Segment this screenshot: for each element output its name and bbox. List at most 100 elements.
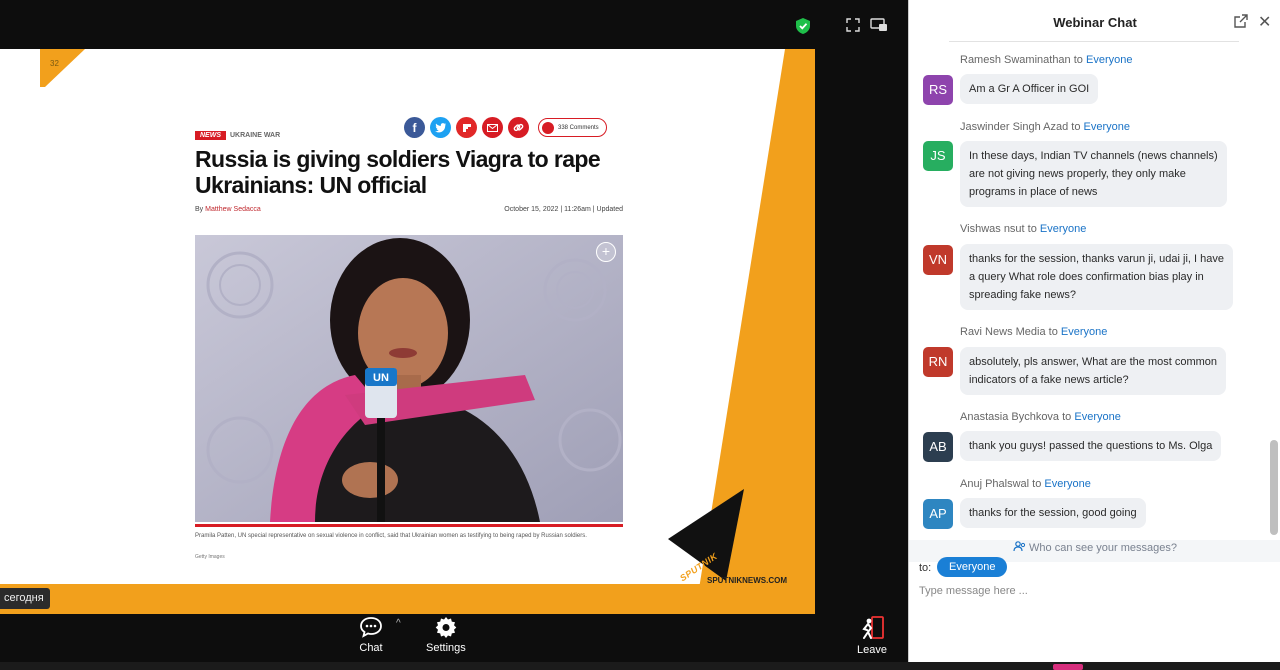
photo-expand-icon[interactable]: + [596, 242, 616, 262]
message-bubble: absolutely, pls answer, What are the mos… [960, 347, 1227, 395]
comments-count: 338 Comments [558, 124, 599, 131]
message-line: a query What role does confirmation bias… [969, 271, 1204, 283]
chat-button[interactable]: Chat [359, 616, 383, 654]
message-sender-line: Vishwas nsut to Everyone [960, 223, 1086, 235]
message-line: thank you guys! passed the questions to … [969, 440, 1213, 452]
chat-title: Webinar Chat [1053, 15, 1137, 30]
chat-scrollbar[interactable] [1270, 440, 1278, 535]
category-subtitle: UKRAINE WAR [230, 132, 281, 139]
recipient-name: Everyone [1060, 326, 1108, 338]
to-word: to [1048, 326, 1058, 338]
to-word: to [1062, 411, 1072, 423]
gear-icon [435, 617, 457, 638]
message-line: programs in place of news [969, 186, 1098, 198]
recipient-name: Everyone [1039, 223, 1087, 235]
un-mic-label: UN [373, 372, 389, 384]
recipient-selector[interactable]: Everyone [937, 557, 1008, 577]
message-bubble: In these days, Indian TV channels (news … [960, 141, 1227, 207]
share-row: f 338 Comments [404, 117, 607, 138]
avatar: AP [923, 499, 953, 529]
photo-caption: Pramila Patten, UN special representativ… [195, 533, 587, 539]
taskbar-app-indicator[interactable] [1053, 664, 1083, 670]
photo-credit: Getty Images [195, 554, 225, 560]
to-word: to [1071, 121, 1081, 133]
sputnik-url: SPUTNIKNEWS.COM [707, 576, 787, 585]
recipient-name: Everyone [1074, 411, 1121, 423]
caption-divider [195, 524, 623, 527]
screen-layout-icon[interactable] [870, 18, 888, 32]
fullscreen-icon[interactable] [846, 18, 860, 32]
message-bubble: thanks for the session, thanks varun ji,… [960, 244, 1233, 310]
message-sender-line: Ravi News Media to Everyone [960, 326, 1107, 338]
message-line: absolutely, pls answer, What are the mos… [969, 356, 1218, 368]
webinar-chat-panel: Webinar Chat ✕ Ramesh Swaminathan to Eve… [908, 0, 1280, 662]
sputnik-logo-mark [668, 489, 744, 581]
message-line: thanks for the session, thanks varun ji,… [969, 253, 1224, 265]
comments-button[interactable]: 338 Comments [538, 118, 607, 137]
recipient-name: Everyone [1083, 121, 1131, 133]
article-card: NEWS UKRAINE WAR f 338 Comments Russia i… [175, 104, 635, 584]
category-badge: NEWS [195, 131, 226, 140]
message-line: indicators of a fake news article? [969, 374, 1129, 386]
category-row: NEWS UKRAINE WAR [195, 131, 280, 140]
webinar-app: 32 NEWS UKRAINE WAR f 338 Comments Russi… [0, 0, 1280, 670]
facebook-icon[interactable]: f [404, 117, 425, 138]
message-line: spreading fake news? [969, 289, 1077, 301]
byline: By Matthew Sedacca [195, 206, 261, 213]
slide-corner-tab [40, 49, 85, 87]
sender-name: Anuj Phalswal [960, 478, 1030, 490]
message-bubble: thanks for the session, good going [960, 498, 1146, 528]
article-headline: Russia is giving soldiers Viagra to rape… [195, 146, 601, 198]
to-label: to: [919, 562, 932, 574]
article-photo: UN + [195, 235, 623, 522]
avatar: JS [923, 141, 953, 171]
sender-name: Vishwas nsut [960, 223, 1025, 235]
sender-name: Jaswinder Singh Azad [960, 121, 1069, 133]
close-icon[interactable]: ✕ [1258, 12, 1271, 32]
sender-name: Ravi News Media [960, 326, 1046, 338]
to-word: to [1073, 54, 1083, 66]
message-line: thanks for the session, good going [969, 507, 1137, 519]
chat-label: Chat [359, 642, 383, 654]
recipient-name: Everyone [1044, 478, 1091, 490]
shared-slide: 32 NEWS UKRAINE WAR f 338 Comments Russi… [0, 49, 815, 614]
leave-icon [862, 616, 884, 639]
slide-page-number: 32 [50, 59, 59, 68]
avatar: AB [923, 432, 953, 462]
header-divider [949, 41, 1239, 42]
recipient-name: Everyone [1085, 54, 1133, 66]
byline-author[interactable]: Matthew Sedacca [205, 206, 261, 213]
who-can-see-text: Who can see your messages? [1029, 542, 1178, 554]
chat-options-chevron-icon[interactable]: ^ [396, 618, 401, 629]
popout-icon[interactable] [1234, 14, 1248, 33]
sender-name: Ramesh Swaminathan [960, 54, 1071, 66]
to-word: to [1027, 223, 1037, 235]
message-line: In these days, Indian TV channels (news … [969, 150, 1218, 162]
to-word: to [1032, 478, 1042, 490]
message-bubble: Am a Gr A Officer in GOI [960, 74, 1099, 104]
message-input[interactable] [919, 580, 1259, 602]
un-speaker-photo: UN [195, 235, 623, 522]
leave-label: Leave [857, 644, 887, 656]
avatar: VN [923, 245, 953, 275]
message-line: Am a Gr A Officer in GOI [969, 83, 1090, 95]
message-sender-line: Anuj Phalswal to Everyone [960, 478, 1091, 490]
message-sender-line: Ramesh Swaminathan to Everyone [960, 54, 1132, 66]
message-sender-line: Jaswinder Singh Azad to Everyone [960, 121, 1130, 133]
message-bubble: thank you guys! passed the questions to … [960, 431, 1222, 461]
people-icon [1013, 541, 1029, 554]
leave-button[interactable]: Leave [857, 616, 887, 656]
flipboard-icon[interactable] [456, 117, 477, 138]
message-sender-line: Anastasia Bychkova to Everyone [960, 411, 1121, 423]
settings-button[interactable]: Settings [426, 616, 466, 654]
avatar: RN [923, 347, 953, 377]
sender-name: Anastasia Bychkova [960, 411, 1060, 423]
link-icon[interactable] [508, 117, 529, 138]
email-icon[interactable] [482, 117, 503, 138]
slide-orange-band [0, 584, 815, 614]
overlay-caption: сегодня [0, 588, 50, 609]
chat-header: Webinar Chat ✕ [909, 0, 1280, 44]
security-shield-icon[interactable] [796, 18, 810, 34]
twitter-icon[interactable] [430, 117, 451, 138]
article-dateline: October 15, 2022 | 11:26am | Updated [504, 206, 623, 213]
